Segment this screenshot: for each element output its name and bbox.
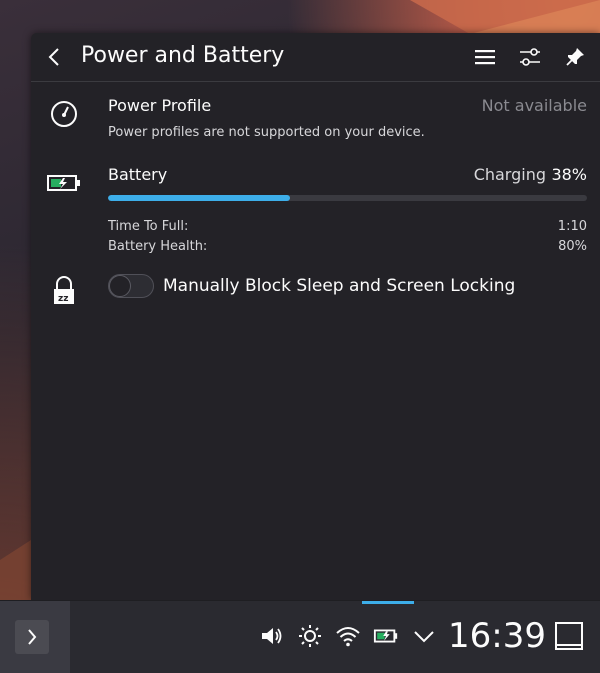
battery-label: Battery (108, 165, 168, 184)
clock[interactable]: 16:39 (448, 616, 546, 656)
power-profile-description: Power profiles are not supported on your… (108, 125, 425, 140)
popup-header: Power and Battery (31, 33, 600, 82)
battery-progress-fill (108, 195, 291, 201)
chevron-down-icon[interactable] (411, 623, 437, 649)
time-to-full-label: Time To Full: (108, 219, 189, 234)
battery-tray-icon[interactable] (373, 623, 399, 649)
power-battery-popup: Power and Battery Power Profile Not avai… (31, 33, 600, 600)
battery-health-value: 80% (558, 239, 587, 254)
block-sleep-label: Manually Block Sleep and Screen Locking (163, 276, 516, 296)
taskbar: 16:39 (0, 600, 600, 673)
block-sleep-toggle[interactable] (108, 274, 154, 298)
wifi-icon[interactable] (335, 623, 361, 649)
battery-state: Charging (473, 165, 546, 184)
toggle-knob (109, 275, 131, 297)
pin-icon[interactable] (563, 45, 587, 69)
back-arrow-icon[interactable] (43, 45, 67, 69)
power-profile-label: Power Profile (108, 96, 212, 115)
launcher-area (0, 601, 70, 673)
power-profile-status: Not available (481, 96, 587, 115)
battery-charging-icon (47, 175, 80, 191)
menu-icon[interactable] (473, 45, 497, 69)
svg-text:zz: zz (58, 294, 68, 304)
battery-percent: 38% (551, 165, 587, 184)
speedometer-icon (51, 101, 77, 127)
volume-icon[interactable] (258, 623, 284, 649)
chevron-right-icon (28, 629, 37, 645)
battery-progress-bar (108, 195, 587, 201)
sleep-lock-icon: zz (54, 276, 74, 304)
battery-health-label: Battery Health: (108, 239, 208, 254)
expand-button[interactable] (15, 620, 49, 654)
configure-icon[interactable] (518, 45, 542, 69)
page-title: Power and Battery (81, 43, 285, 68)
show-desktop-icon[interactable] (554, 621, 584, 651)
time-to-full-value: 1:10 (557, 219, 587, 234)
brightness-icon[interactable] (297, 623, 323, 649)
active-tray-indicator (362, 601, 414, 604)
